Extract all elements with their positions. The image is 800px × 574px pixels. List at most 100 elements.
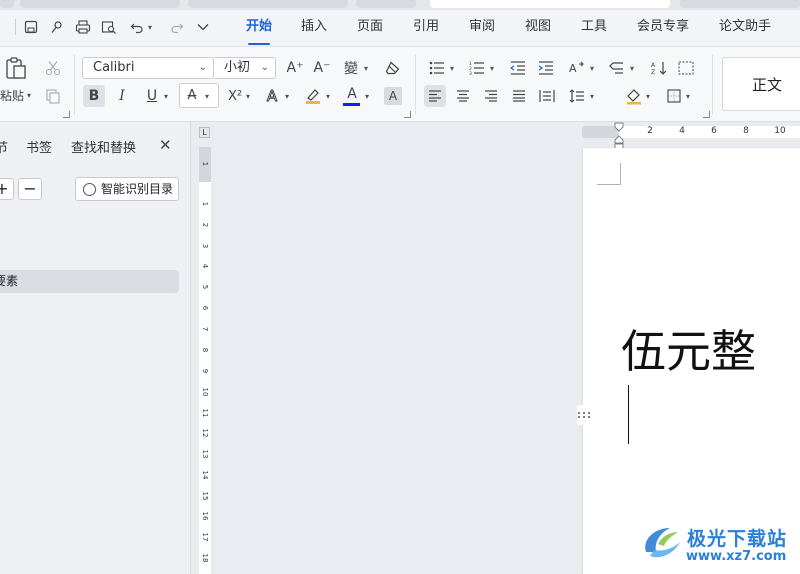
line-break-icon[interactable] — [608, 59, 626, 77]
chevron-down-icon[interactable]: ▾ — [450, 64, 454, 73]
bold-button[interactable]: B — [83, 85, 105, 107]
sort-icon[interactable]: AZ — [650, 59, 668, 77]
shading-icon[interactable] — [624, 85, 644, 107]
document-page[interactable]: 伍元整 — [583, 148, 800, 574]
save-icon[interactable] — [22, 18, 40, 36]
char-shading-button[interactable]: A — [384, 87, 402, 105]
italic-button[interactable]: I — [112, 85, 132, 107]
drag-handle-icon[interactable] — [577, 405, 590, 425]
cut-icon[interactable] — [44, 59, 62, 77]
tab-tools[interactable]: 工具 — [581, 17, 607, 37]
tab-review[interactable]: 审阅 — [469, 17, 495, 37]
title-tab[interactable] — [20, 0, 180, 8]
distribute-button[interactable] — [537, 85, 557, 107]
chevron-down-icon[interactable]: ▾ — [646, 92, 650, 101]
text-direction-icon[interactable]: A — [567, 59, 587, 77]
chevron-down-icon[interactable]: ▾ — [285, 92, 289, 101]
dialog-launcher-icon[interactable] — [404, 111, 411, 118]
text-effect-button[interactable]: A — [262, 85, 282, 107]
title-tab[interactable] — [680, 0, 800, 8]
tab-thesis-assistant[interactable]: 论文助手 — [719, 17, 771, 37]
justify-button[interactable] — [509, 85, 529, 107]
tab-view[interactable]: 视图 — [525, 17, 551, 37]
tab-stop-selector[interactable]: L — [199, 127, 210, 138]
dialog-launcher-icon[interactable] — [703, 111, 710, 118]
paste-label[interactable]: 粘贴 — [0, 87, 24, 103]
chevron-down-icon[interactable]: ⌄ — [261, 58, 269, 78]
chevron-down-icon[interactable]: ▾ — [686, 92, 690, 101]
show-marks-icon[interactable] — [677, 59, 695, 77]
menu-bar: ▾ 开始 插入 页面 引用 审阅 视图 工具 会员专享 论文助手 — [0, 10, 800, 46]
chevron-down-icon[interactable]: ▾ — [205, 92, 209, 101]
title-tab[interactable] — [356, 0, 416, 8]
dialog-launcher-icon[interactable] — [63, 111, 70, 118]
title-tab[interactable] — [0, 0, 14, 8]
add-button[interactable]: + — [0, 178, 14, 200]
tab-member[interactable]: 会员专享 — [637, 17, 689, 37]
watermark-name: 极光下载站 — [687, 528, 788, 550]
smart-toc-button[interactable]: 智能识别目录 — [75, 177, 179, 201]
undo-icon[interactable] — [128, 18, 146, 36]
strikethrough-button[interactable]: A — [179, 83, 219, 108]
line-spacing-icon[interactable] — [567, 85, 587, 107]
decrease-indent-icon[interactable] — [509, 59, 527, 77]
chevron-down-icon[interactable]: ▾ — [590, 92, 594, 101]
ruler-number: 6 — [711, 126, 717, 136]
pin-icon[interactable] — [48, 18, 66, 36]
chevron-down-icon[interactable]: ▾ — [590, 64, 594, 73]
redo-icon[interactable] — [168, 18, 186, 36]
chevron-down-icon[interactable]: ▾ — [27, 91, 31, 100]
close-icon[interactable]: ✕ — [159, 136, 172, 154]
clear-format-icon[interactable] — [384, 59, 402, 77]
phonetic-guide-icon[interactable]: 變 — [342, 59, 360, 77]
tab-insert[interactable]: 插入 — [301, 17, 327, 37]
document-text[interactable]: 伍元整 — [621, 324, 756, 380]
chevron-down-icon[interactable]: ⌄ — [199, 58, 207, 78]
ruler-number: 16 — [201, 511, 209, 521]
navigation-pane: 节 书签 查找和替换 ✕ + − 智能识别目录 要素 — [0, 122, 191, 574]
grow-font-icon[interactable]: A⁺ — [286, 59, 304, 77]
font-size-select[interactable]: 小初 ⌄ — [214, 57, 276, 79]
paste-icon[interactable] — [4, 55, 28, 81]
superscript-button[interactable]: X² — [224, 85, 246, 107]
style-normal[interactable]: 正文 — [722, 57, 800, 111]
ruler-number: 4 — [679, 126, 685, 136]
chevron-down-icon[interactable]: ▾ — [164, 92, 168, 101]
remove-button[interactable]: − — [18, 178, 42, 200]
increase-indent-icon[interactable] — [537, 59, 555, 77]
ruler-number: 2 — [201, 222, 209, 228]
align-right-button[interactable] — [481, 85, 501, 107]
copy-icon[interactable] — [44, 87, 62, 105]
tab-page[interactable]: 页面 — [357, 17, 383, 37]
more-chevron-icon[interactable] — [194, 18, 212, 36]
chevron-down-icon[interactable]: ▾ — [326, 92, 330, 101]
title-tab-active[interactable] — [430, 0, 670, 8]
font-name-select[interactable]: Calibri ⌄ — [82, 57, 214, 79]
nav-tab-sections[interactable]: 节 — [0, 137, 8, 156]
nav-tab-find-replace[interactable]: 查找和替换 — [71, 137, 136, 156]
indent-marker-icon[interactable] — [614, 122, 624, 150]
chevron-down-icon[interactable]: ▾ — [365, 92, 369, 101]
font-name-value: Calibri — [93, 60, 135, 75]
tab-home[interactable]: 开始 — [246, 17, 272, 37]
align-center-button[interactable] — [453, 85, 473, 107]
underline-button[interactable]: U — [142, 85, 162, 107]
align-left-button[interactable] — [424, 85, 446, 107]
shrink-font-icon[interactable]: A⁻ — [313, 59, 331, 77]
print-preview-icon[interactable] — [100, 18, 118, 36]
chevron-down-icon[interactable]: ▾ — [490, 64, 494, 73]
highlight-icon[interactable] — [303, 85, 323, 107]
chevron-down-icon[interactable]: ▾ — [630, 64, 634, 73]
outline-item[interactable]: 要素 — [0, 270, 179, 293]
nav-tab-bookmarks[interactable]: 书签 — [26, 137, 52, 156]
bullet-list-icon[interactable] — [428, 59, 446, 77]
tab-references[interactable]: 引用 — [413, 17, 439, 37]
app-window: ▾ 开始 插入 页面 引用 审阅 视图 工具 会员专享 论文助手 粘贴 ▾ Ca… — [0, 0, 800, 574]
print-icon[interactable] — [74, 18, 92, 36]
chevron-down-icon[interactable]: ▾ — [364, 64, 368, 73]
chevron-down-icon[interactable]: ▾ — [148, 23, 152, 32]
borders-icon[interactable] — [664, 85, 684, 107]
title-tab[interactable] — [188, 0, 348, 8]
chevron-down-icon[interactable]: ▾ — [246, 92, 250, 101]
numbered-list-icon[interactable]: 123 — [468, 59, 486, 77]
